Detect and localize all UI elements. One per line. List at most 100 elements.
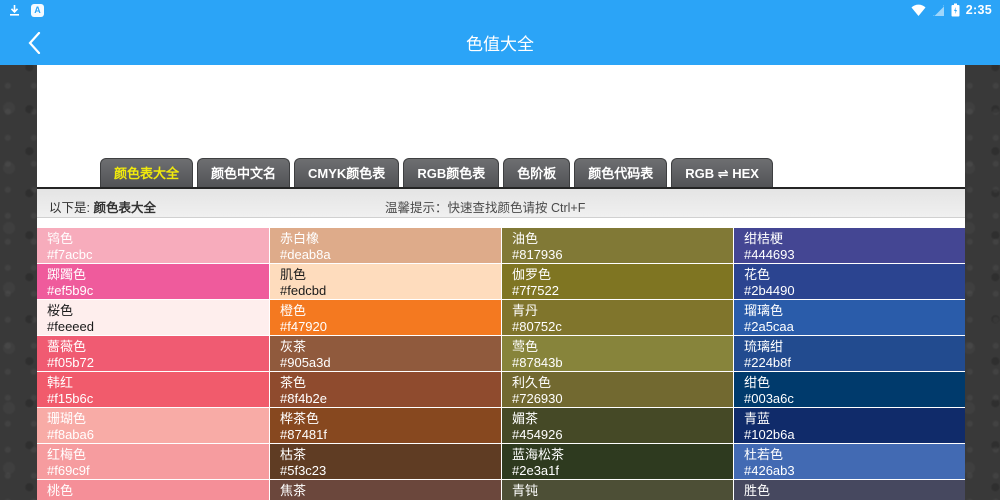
color-name: 莺色: [512, 339, 733, 355]
color-name: 桜色: [47, 303, 269, 319]
color-name: 踯躅色: [47, 267, 269, 283]
tab-bar: 颜色表大全颜色中文名CMYK颜色表RGB颜色表色阶板颜色代码表RGB ⇌ HEX: [100, 158, 773, 187]
color-name: 琉璃绀: [744, 339, 965, 355]
info-bar: 以下是: 颜色表大全 温馨提示：快速查找颜色请按 Ctrl+F: [37, 187, 965, 218]
color-hex: #2b4490: [744, 283, 965, 299]
color-hex: #102b6a: [744, 427, 965, 443]
color-cell[interactable]: 琉璃绀#224b8f: [734, 336, 965, 372]
app-bar: 色值大全: [0, 20, 1000, 65]
color-hex: #454926: [512, 427, 733, 443]
color-hex: #f69c9f: [47, 463, 269, 479]
page-title: 色值大全: [0, 30, 1000, 55]
tab-cmyk-table[interactable]: CMYK颜色表: [294, 158, 399, 187]
color-name: 瑠璃色: [744, 303, 965, 319]
color-hex: #f05b72: [47, 355, 269, 371]
color-cell[interactable]: 珊瑚色#f8aba6: [37, 408, 269, 444]
color-cell[interactable]: 利久色#726930: [502, 372, 733, 408]
color-name: 胜色: [744, 483, 965, 499]
color-cell[interactable]: 肌色#fedcbd: [270, 264, 501, 300]
color-hex: #f15b6c: [47, 391, 269, 407]
color-name: 焦茶: [280, 483, 501, 499]
color-cell[interactable]: 绀桔梗#444693: [734, 228, 965, 264]
color-cell[interactable]: 红梅色#f69c9f: [37, 444, 269, 480]
color-cell[interactable]: 鸨色#f7acbc: [37, 228, 269, 264]
tab-color-steps[interactable]: 色阶板: [503, 158, 570, 187]
color-name: 枯茶: [280, 447, 501, 463]
no-signal-icon: [932, 4, 945, 17]
color-column: 鸨色#f7acbc踯躅色#ef5b9c桜色#feeeed薔薇色#f05b72韩红…: [37, 228, 269, 500]
content-panel: 颜色表大全颜色中文名CMYK颜色表RGB颜色表色阶板颜色代码表RGB ⇌ HEX…: [37, 65, 965, 500]
color-name: 杜若色: [744, 447, 965, 463]
current-section-name: 颜色表大全: [93, 201, 156, 215]
color-cell[interactable]: 焦茶#6b473c: [270, 480, 501, 500]
color-grid: 鸨色#f7acbc踯躅色#ef5b9c桜色#feeeed薔薇色#f05b72韩红…: [37, 228, 965, 500]
wifi-icon: [911, 4, 926, 17]
color-name: 绀色: [744, 375, 965, 391]
color-hex: #2a5caa: [744, 319, 965, 335]
color-name: 油色: [512, 231, 733, 247]
color-cell[interactable]: 枯茶#5f3c23: [270, 444, 501, 480]
color-hex: #87843b: [512, 355, 733, 371]
color-name: 青蓝: [744, 411, 965, 427]
color-hex: #fedcbd: [280, 283, 501, 299]
color-cell[interactable]: 蓝海松茶#2e3a1f: [502, 444, 733, 480]
color-name: 桦茶色: [280, 411, 501, 427]
color-hex: #817936: [512, 247, 733, 263]
color-name: 红梅色: [47, 447, 269, 463]
color-hex: #444693: [744, 247, 965, 263]
color-cell[interactable]: 青钝#4d4f36: [502, 480, 733, 500]
color-cell[interactable]: 桦茶色#87481f: [270, 408, 501, 444]
color-name: 青丹: [512, 303, 733, 319]
color-column: 绀桔梗#444693花色#2b4490瑠璃色#2a5caa琉璃绀#224b8f绀…: [733, 228, 965, 500]
tab-rgb-table[interactable]: RGB颜色表: [403, 158, 499, 187]
color-name: 利久色: [512, 375, 733, 391]
color-hex: #2e3a1f: [512, 463, 733, 479]
color-cell[interactable]: 青蓝#102b6a: [734, 408, 965, 444]
color-column: 油色#817936伽罗色#7f7522青丹#80752c莺色#87843b利久色…: [501, 228, 733, 500]
color-name: 茶色: [280, 375, 501, 391]
color-cell[interactable]: 灰茶#905a3d: [270, 336, 501, 372]
color-hex: #8f4b2e: [280, 391, 501, 407]
color-name: 鸨色: [47, 231, 269, 247]
color-cell[interactable]: 油色#817936: [502, 228, 733, 264]
color-hex: #80752c: [512, 319, 733, 335]
color-cell[interactable]: 青丹#80752c: [502, 300, 733, 336]
color-cell[interactable]: 莺色#87843b: [502, 336, 733, 372]
color-cell[interactable]: 花色#2b4490: [734, 264, 965, 300]
color-name: 青钝: [512, 483, 733, 499]
color-cell[interactable]: 媚茶#454926: [502, 408, 733, 444]
tab-color-codes[interactable]: 颜色代码表: [574, 158, 667, 187]
search-tip-text: 温馨提示：快速查找颜色请按 Ctrl+F: [385, 197, 585, 216]
color-hex: #426ab3: [744, 463, 965, 479]
color-cell[interactable]: 茶色#8f4b2e: [270, 372, 501, 408]
color-hex: #deab8a: [280, 247, 501, 263]
color-name: 韩红: [47, 375, 269, 391]
back-button[interactable]: [16, 20, 52, 65]
color-cell[interactable]: 橙色#f47920: [270, 300, 501, 336]
color-cell[interactable]: 踯躅色#ef5b9c: [37, 264, 269, 300]
tab-chinese-names[interactable]: 颜色中文名: [197, 158, 290, 187]
color-cell[interactable]: 薔薇色#f05b72: [37, 336, 269, 372]
color-name: 花色: [744, 267, 965, 283]
color-cell[interactable]: 桜色#feeeed: [37, 300, 269, 336]
color-cell[interactable]: 绀色#003a6c: [734, 372, 965, 408]
color-hex: #726930: [512, 391, 733, 407]
color-name: 赤白橡: [280, 231, 501, 247]
color-name: 桃色: [47, 483, 269, 499]
color-cell[interactable]: 伽罗色#7f7522: [502, 264, 733, 300]
status-bar: A 2:35: [0, 0, 1000, 20]
color-cell[interactable]: 杜若色#426ab3: [734, 444, 965, 480]
color-hex: #5f3c23: [280, 463, 501, 479]
tab-rgb-hex[interactable]: RGB ⇌ HEX: [671, 158, 773, 187]
a-app-icon: A: [31, 4, 44, 17]
clock-text: 2:35: [966, 3, 992, 17]
tab-color-table[interactable]: 颜色表大全: [100, 158, 193, 187]
color-cell[interactable]: 韩红#f15b6c: [37, 372, 269, 408]
color-cell[interactable]: 桃色#f58f98: [37, 480, 269, 500]
color-cell[interactable]: 瑠璃色#2a5caa: [734, 300, 965, 336]
color-cell[interactable]: 赤白橡#deab8a: [270, 228, 501, 264]
color-cell[interactable]: 胜色#46485f: [734, 480, 965, 500]
color-hex: #feeeed: [47, 319, 269, 335]
color-name: 伽罗色: [512, 267, 733, 283]
color-name: 绀桔梗: [744, 231, 965, 247]
